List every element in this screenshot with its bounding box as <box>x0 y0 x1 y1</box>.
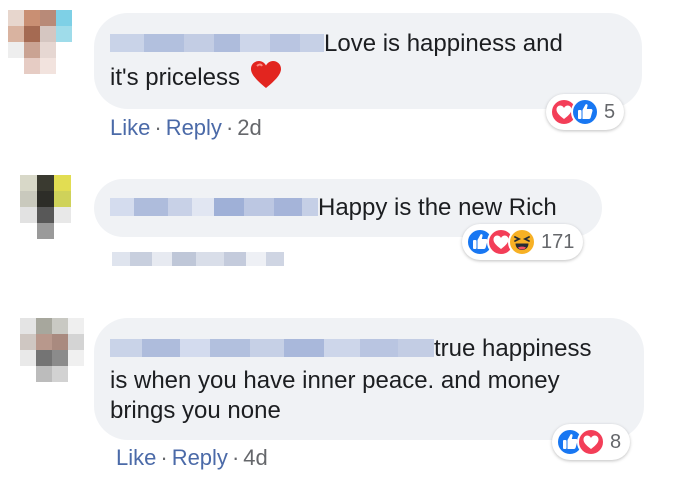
commenter-name-blurred[interactable] <box>110 33 324 52</box>
haha-reaction-icon <box>508 228 536 256</box>
reaction-summary[interactable]: 171 <box>462 224 584 260</box>
avatar[interactable] <box>8 10 72 74</box>
comment-actions: Like · Reply · 2d <box>110 115 262 141</box>
avatar[interactable] <box>20 318 84 382</box>
like-link[interactable]: Like <box>116 445 156 470</box>
comment-text: is when you have inner peace. and money <box>110 367 560 394</box>
comment-actions: Like · Reply · 4d <box>116 445 268 471</box>
avatar[interactable] <box>20 175 72 239</box>
separator: · <box>160 445 168 470</box>
reaction-count: 171 <box>541 230 575 253</box>
comment-text: Happy is the new Rich <box>318 194 557 221</box>
timestamp[interactable]: 2d <box>237 115 261 140</box>
reaction-summary[interactable]: 8 <box>552 424 631 460</box>
comment-text: true happiness <box>434 335 592 362</box>
reply-link[interactable]: Reply <box>166 115 222 140</box>
reply-link[interactable]: Reply <box>172 445 228 470</box>
commenter-name-blurred[interactable] <box>110 197 318 216</box>
comment-text: it's priceless <box>110 64 240 91</box>
comment-bubble: true happiness is when you have inner pe… <box>94 318 644 440</box>
reaction-count: 5 <box>604 100 616 123</box>
comment-actions-blurred[interactable] <box>112 252 284 266</box>
separator: · <box>225 115 234 140</box>
reaction-count: 8 <box>610 430 622 453</box>
commenter-name-blurred[interactable] <box>110 338 434 357</box>
separator: · <box>154 115 162 140</box>
like-link[interactable]: Like <box>110 115 150 140</box>
love-reaction-icon <box>577 428 605 456</box>
reaction-summary[interactable]: 5 <box>546 94 625 130</box>
comment-text: Love is happiness and <box>324 30 563 57</box>
timestamp[interactable]: 4d <box>243 445 267 470</box>
comment-text: brings you none <box>110 397 281 424</box>
like-reaction-icon <box>571 98 599 126</box>
separator: · <box>231 445 240 470</box>
heart-emoji-icon <box>250 61 281 88</box>
